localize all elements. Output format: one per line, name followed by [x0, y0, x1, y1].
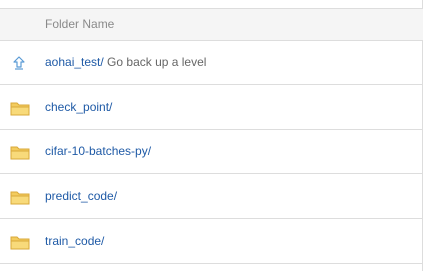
- folder-icon: [10, 189, 30, 205]
- go-back-hint: Go back up a level: [103, 55, 207, 69]
- arrow-up-icon[interactable]: [11, 55, 27, 71]
- parent-folder-link[interactable]: aohai_test/: [45, 55, 104, 69]
- parent-folder-text: aohai_test/ Go back up a level: [45, 55, 206, 69]
- folder-link[interactable]: predict_code/: [45, 189, 117, 203]
- folder-icon: [10, 100, 30, 116]
- folder-name-column-header[interactable]: Folder Name: [45, 17, 114, 31]
- folder-row-cifar[interactable]: cifar-10-batches-py/: [0, 130, 423, 174]
- folder-icon: [10, 144, 30, 160]
- folder-icon: [10, 234, 30, 250]
- parent-folder-row[interactable]: aohai_test/ Go back up a level: [0, 41, 423, 85]
- folder-link[interactable]: check_point/: [45, 100, 112, 114]
- folder-table: Folder Name aohai_test/ Go back up a lev…: [0, 0, 423, 271]
- folder-row-train-code[interactable]: train_code/: [0, 220, 423, 264]
- folder-row-predict-code[interactable]: predict_code/: [0, 175, 423, 219]
- table-header: Folder Name: [0, 8, 423, 41]
- folder-link[interactable]: train_code/: [45, 234, 104, 248]
- folder-link[interactable]: cifar-10-batches-py/: [45, 144, 151, 158]
- folder-row-check-point[interactable]: check_point/: [0, 86, 423, 130]
